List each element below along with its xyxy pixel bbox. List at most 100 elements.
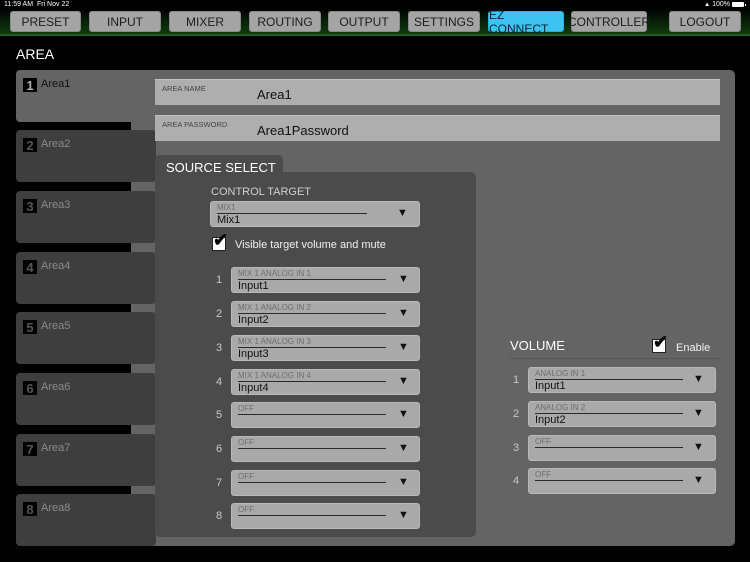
dropdown-hint: MIX 1 ANALOG IN 1 [238,269,311,278]
area-number: 3 [23,199,37,213]
area-label: Area3 [41,199,71,211]
area-name-label: AREA NAME [162,84,206,93]
source-dropdown-7[interactable]: OFF ▼ [231,470,420,496]
source-row-number: 7 [215,477,223,489]
divider [238,414,386,415]
area-tab-5[interactable]: 5 Area5 [16,312,156,364]
volume-dropdown-1[interactable]: ANALOG IN 1 Input1 ▼ [528,367,716,393]
visible-target-label: Visible target volume and mute [235,239,386,251]
nav-ez-connect[interactable]: EZ CONNECT [488,8,564,36]
dropdown-hint: ANALOG IN 2 [535,403,586,412]
chevron-down-icon: ▼ [398,341,409,353]
dropdown-hint: MIX1 [217,203,236,212]
area-password-label: AREA PASSWORD [162,120,228,129]
nav-output[interactable]: OUTPUT [328,11,400,32]
area-number: 6 [23,381,37,395]
control-target-dropdown[interactable]: MIX1 Mix1 ▼ [210,201,420,227]
area-number: 7 [23,442,37,456]
source-dropdown-1[interactable]: MIX 1 ANALOG IN 1 Input1 ▼ [231,267,420,293]
area-label: Area7 [41,442,71,454]
nav-controller[interactable]: CONTROLLER [568,11,650,32]
dropdown-value: Mix1 [217,214,241,226]
dropdown-value: Input4 [238,382,269,394]
volume-title: VOLUME [510,338,565,353]
area-tab-4[interactable]: 4 Area4 [16,252,156,304]
battery-percent: 100% [712,1,730,8]
nav-mixer[interactable]: MIXER [169,11,241,32]
dropdown-value: Input1 [535,380,566,392]
nav-preset[interactable]: PRESET [10,11,81,32]
chevron-down-icon: ▼ [398,408,409,420]
divider [535,447,683,448]
source-dropdown-4[interactable]: MIX 1 ANALOG IN 4 Input4 ▼ [231,369,420,395]
chevron-down-icon: ▼ [398,273,409,285]
area-number: 1 [23,78,37,92]
area-tab-6[interactable]: 6 Area6 [16,373,156,425]
source-row-number: 1 [215,274,223,286]
source-row-number: 4 [215,376,223,388]
area-label: Area6 [41,381,71,393]
dropdown-hint: ANALOG IN 1 [535,369,586,378]
divider [238,515,386,516]
dropdown-hint: OFF [238,505,254,514]
volume-row-number: 1 [512,374,520,386]
divider [238,482,386,483]
volume-dropdown-2[interactable]: ANALOG IN 2 Input2 ▼ [528,401,716,427]
source-row-number: 8 [215,510,223,522]
volume-row-number: 2 [512,408,520,420]
area-password-value[interactable]: Area1Password [257,123,349,138]
area-tab-1[interactable]: 1 Area1 [16,70,176,122]
dropdown-hint: MIX 1 ANALOG IN 2 [238,303,311,312]
visible-target-checkbox[interactable]: ✔ [212,231,228,251]
chevron-down-icon: ▼ [693,474,704,486]
source-dropdown-2[interactable]: MIX 1 ANALOG IN 2 Input2 ▼ [231,301,420,327]
chevron-down-icon: ▼ [693,373,704,385]
area-label: Area8 [41,502,71,514]
volume-row-number: 3 [512,442,520,454]
volume-dropdown-4[interactable]: OFF ▼ [528,468,716,494]
battery-icon [732,2,746,7]
source-dropdown-3[interactable]: MIX 1 ANALOG IN 3 Input3 ▼ [231,335,420,361]
area-number: 8 [23,502,37,516]
nav-input[interactable]: INPUT [89,11,161,32]
area-name-field[interactable]: AREA NAME Area1 [155,79,720,105]
dropdown-hint: OFF [238,404,254,413]
area-label: Area1 [41,78,71,90]
divider [238,448,386,449]
source-dropdown-5[interactable]: OFF ▼ [231,402,420,428]
top-nav: PRESET INPUT MIXER ROUTING OUTPUT SETTIN… [0,8,750,36]
control-target-label: CONTROL TARGET [211,186,312,198]
dropdown-hint: OFF [238,472,254,481]
chevron-down-icon: ▼ [397,207,408,219]
area-number: 4 [23,260,37,274]
source-dropdown-8[interactable]: OFF ▼ [231,503,420,529]
area-label: Area5 [41,320,71,332]
chevron-down-icon: ▼ [398,442,409,454]
dropdown-hint: OFF [535,437,551,446]
source-select-tab: SOURCE SELECT [155,155,283,179]
volume-enable-checkbox[interactable]: ✔ [652,333,668,353]
nav-settings[interactable]: SETTINGS [408,11,480,32]
check-icon: ✔ [213,230,229,250]
dropdown-value: Input3 [238,348,269,360]
dropdown-hint: OFF [238,438,254,447]
volume-enable-label: Enable [676,342,711,354]
area-tab-2[interactable]: 2 Area2 [16,130,156,182]
source-dropdown-6[interactable]: OFF ▼ [231,436,420,462]
area-name-value[interactable]: Area1 [257,87,292,102]
area-tab-8[interactable]: 8 Area8 [16,494,156,546]
chevron-down-icon: ▼ [398,476,409,488]
divider [535,480,683,481]
area-label: Area2 [41,138,71,150]
nav-routing[interactable]: ROUTING [249,11,321,32]
source-row-number: 5 [215,409,223,421]
dropdown-hint: MIX 1 ANALOG IN 4 [238,371,311,380]
dropdown-value: Input2 [238,314,269,326]
area-password-field[interactable]: AREA PASSWORD Area1Password [155,115,720,141]
chevron-down-icon: ▼ [398,375,409,387]
chevron-down-icon: ▼ [693,407,704,419]
logout-button[interactable]: LOGOUT [669,11,741,32]
area-tab-3[interactable]: 3 Area3 [16,191,156,243]
volume-dropdown-3[interactable]: OFF ▼ [528,435,716,461]
area-tab-7[interactable]: 7 Area7 [16,434,156,486]
